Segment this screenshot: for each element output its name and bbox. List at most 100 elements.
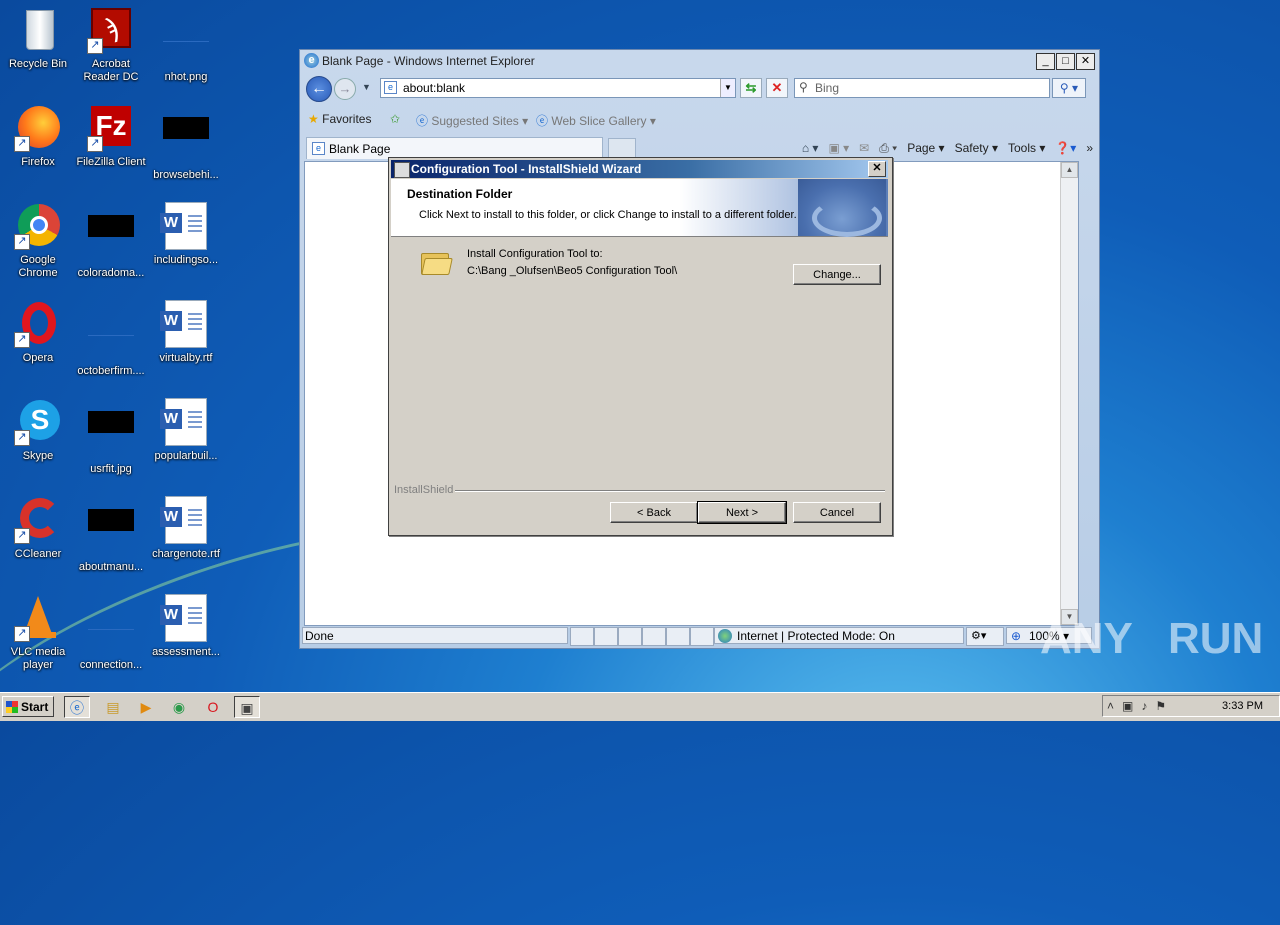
desktop-icon-skype[interactable]: S ↗ Skype: [0, 398, 76, 463]
safety-menu[interactable]: Safety ▾: [955, 141, 998, 156]
feeds-icon[interactable]: ▣ ▾: [828, 141, 849, 156]
taskbar-chrome-icon[interactable]: ◉: [166, 696, 192, 718]
desktop-icon-chargenote[interactable]: W chargenote.rtf: [148, 496, 224, 561]
tab-blank-page[interactable]: e Blank Page: [306, 137, 603, 159]
desktop-icon-usrfit[interactable]: usrfit.jpg: [73, 398, 149, 476]
status-cell: [618, 627, 642, 646]
security-zone[interactable]: Internet | Protected Mode: On: [714, 627, 964, 644]
tray-icons[interactable]: ˄▣♪⚑: [1107, 699, 1174, 713]
web-slice-gallery-link[interactable]: ⓔ Web Slice Gallery ▾: [536, 112, 656, 129]
address-dropdown-icon[interactable]: ▼: [720, 79, 735, 97]
desktop-icon-recycle-bin[interactable]: Recycle Bin: [0, 6, 76, 71]
status-text: Done: [302, 627, 568, 644]
dialog-close-button[interactable]: ✕: [868, 161, 886, 177]
desktop-icon-firefox[interactable]: ↗ Firefox: [0, 104, 76, 169]
address-text[interactable]: about:blank: [403, 81, 465, 95]
cancel-button[interactable]: Cancel: [793, 502, 881, 523]
desktop-icon-connection[interactable]: connection...: [73, 594, 149, 672]
suggested-sites-label: Suggested Sites: [431, 114, 519, 128]
acrobat-reader-icon: ϡ ↗: [87, 6, 135, 54]
desktop-icon-ccleaner[interactable]: ↗ CCleaner: [0, 496, 76, 561]
change-button[interactable]: Change...: [793, 264, 881, 285]
taskbar-opera-icon[interactable]: O: [200, 696, 226, 718]
image-file-icon: [162, 19, 210, 67]
page-icon: e: [384, 81, 397, 94]
scroll-up-icon[interactable]: ▲: [1061, 162, 1078, 178]
word-document-icon: W: [160, 594, 210, 642]
security-zone-label: Internet | Protected Mode: On: [737, 629, 895, 643]
taskbar-ie-icon[interactable]: ⓔ: [64, 696, 90, 718]
dialog-title-bar[interactable]: Configuration Tool - InstallShield Wizar…: [391, 160, 888, 178]
refresh-icon[interactable]: ⇆: [740, 78, 762, 98]
search-button[interactable]: ⚲ ▾: [1052, 78, 1086, 98]
clock[interactable]: 3:33 PM: [1222, 700, 1263, 712]
desktop-icon-includingso[interactable]: W includingso...: [148, 202, 224, 267]
desktop-icon-aboutmanu[interactable]: aboutmanu...: [73, 496, 149, 574]
back-arrow-icon[interactable]: ←: [306, 76, 332, 102]
desktop-icon-filezilla[interactable]: Fz ↗ FileZilla Client: [73, 104, 149, 169]
ie-title-bar[interactable]: e Blank Page - Windows Internet Explorer…: [300, 50, 1099, 72]
maximize-button[interactable]: □: [1056, 53, 1075, 70]
watermark-text-right: RUN: [1168, 614, 1264, 663]
desktop-icon-browsebehi[interactable]: browsebehi...: [148, 104, 224, 182]
vertical-scrollbar[interactable]: ▲ ▼: [1060, 162, 1078, 625]
minimize-button[interactable]: _: [1036, 53, 1055, 70]
status-cell: [690, 627, 714, 646]
dialog-header-banner: Destination Folder Click Next to install…: [391, 179, 888, 237]
desktop-icon-label: aboutmanu...: [78, 561, 144, 573]
desktop-icon-label: VLC media player: [10, 646, 66, 671]
help-icon[interactable]: ❓▾: [1055, 141, 1076, 156]
image-file-icon: [87, 215, 135, 263]
desktop-icon-label: virtualby.rtf: [159, 352, 213, 364]
print-icon[interactable]: ⎙ ▾: [879, 141, 897, 156]
desktop-icon-label: FileZilla Client: [76, 156, 146, 168]
protected-mode-button[interactable]: ⚙▾: [966, 627, 1004, 646]
desktop-icon-popularbuil[interactable]: W popularbuil...: [148, 398, 224, 463]
start-button[interactable]: Start: [2, 696, 54, 717]
back-button[interactable]: < Back: [610, 502, 698, 523]
page-menu[interactable]: Page ▾: [907, 141, 944, 156]
next-button[interactable]: Next >: [697, 501, 787, 524]
desktop-icon-coloradoma[interactable]: coloradoma...: [73, 202, 149, 280]
desktop-icon-opera[interactable]: ↗ Opera: [0, 300, 76, 365]
suggested-sites-link[interactable]: ⓔ Suggested Sites ▾: [416, 112, 528, 129]
recycle-bin-icon: [14, 6, 62, 54]
taskbar-explorer-icon[interactable]: ▤: [100, 696, 126, 718]
address-bar[interactable]: e about:blank ▼: [380, 78, 736, 98]
favorites-button[interactable]: ★ Favorites: [308, 112, 371, 126]
taskbar-media-player-icon[interactable]: ▶: [133, 696, 159, 718]
image-file-icon: [162, 117, 210, 165]
tools-menu[interactable]: Tools ▾: [1008, 141, 1045, 156]
recent-pages-dropdown-icon[interactable]: ▼: [362, 82, 371, 92]
desktop-icon-vlc[interactable]: ↗ VLC media player: [0, 594, 76, 672]
read-mail-icon[interactable]: ✉: [859, 141, 869, 156]
desktop-icon-label: coloradoma...: [77, 267, 145, 279]
start-label: Start: [21, 700, 49, 714]
desktop-icon-label: chargenote.rtf: [152, 548, 220, 560]
search-box[interactable]: ⚲ Bing: [794, 78, 1050, 98]
taskbar-installer-icon[interactable]: ▣: [234, 696, 260, 718]
add-favorites-icon[interactable]: ✩: [390, 112, 400, 126]
desktop-icon-virtualby[interactable]: W virtualby.rtf: [148, 300, 224, 365]
stop-icon[interactable]: ✕: [766, 78, 788, 98]
word-document-icon: W: [160, 496, 210, 544]
status-cell: [570, 627, 594, 646]
chevron-more-icon[interactable]: »: [1086, 141, 1093, 156]
skype-icon: S ↗: [14, 398, 62, 446]
image-file-icon: [87, 509, 135, 557]
desktop-icon-nhot[interactable]: nhot.png: [148, 6, 224, 84]
desktop-icon-chrome[interactable]: ↗ Google Chrome: [0, 202, 76, 280]
forward-arrow-icon[interactable]: →: [334, 78, 356, 100]
home-icon[interactable]: ⌂ ▾: [802, 141, 819, 156]
desktop-icon-label: Skype: [22, 450, 54, 462]
desktop-icon-octoberfirm[interactable]: octoberfirm....: [73, 300, 149, 378]
desktop-icon-acrobat[interactable]: ϡ ↗ Acrobat Reader DC: [73, 6, 149, 84]
desktop-icon-assessment[interactable]: W assessment...: [148, 594, 224, 659]
desktop-icon-label: nhot.png: [164, 71, 208, 83]
desktop-icon-label: Opera: [22, 352, 54, 364]
close-button[interactable]: ✕: [1076, 53, 1095, 70]
desktop-icon-label: connection...: [79, 659, 143, 671]
web-slice-gallery-label: Web Slice Gallery: [551, 114, 647, 128]
divider: [455, 490, 885, 492]
desktop-icon-label: Google Chrome: [18, 254, 58, 279]
